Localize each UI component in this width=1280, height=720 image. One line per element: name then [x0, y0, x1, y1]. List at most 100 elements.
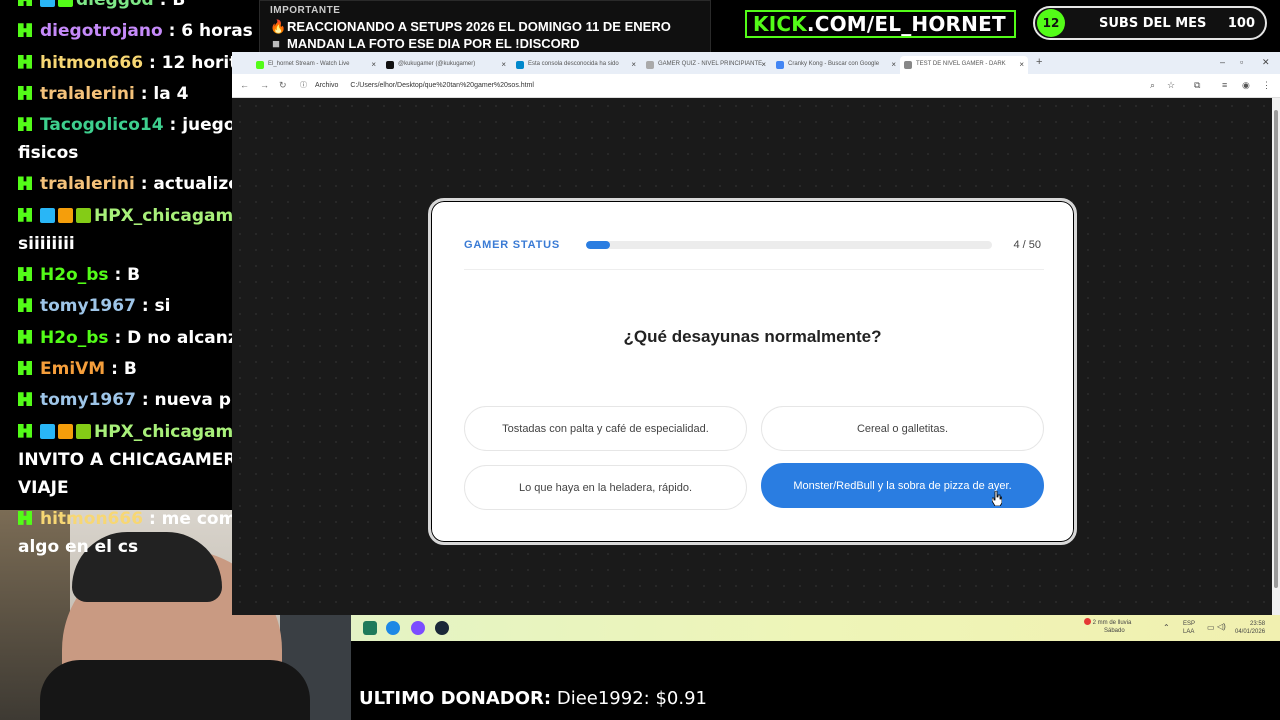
- taskbar-edge-icon[interactable]: [386, 621, 400, 635]
- user-badge-icon: [76, 207, 91, 223]
- maximize-button[interactable]: ▫: [1240, 57, 1243, 67]
- language-indicator[interactable]: ESP LAA: [1183, 620, 1195, 636]
- chat-username[interactable]: dieggod: [76, 0, 154, 10]
- taskbar-app-icon[interactable]: [363, 621, 377, 635]
- taskbar: 2 mm de lluvia Sábado ⌃ ESP LAA ▭ ◁) 23:58…: [351, 615, 1280, 641]
- tab-close-icon[interactable]: ×: [1019, 60, 1024, 69]
- tray-chevron-icon[interactable]: ⌃: [1163, 623, 1177, 637]
- forward-icon[interactable]: →: [260, 80, 269, 90]
- chat-username[interactable]: H2o_bs: [40, 328, 109, 348]
- hand-cursor-icon: [992, 491, 1002, 506]
- divider: [464, 269, 1044, 270]
- browser-tab[interactable]: @kukugamer (@kukugamer) ×: [382, 56, 510, 74]
- chat-text: : 6 horas: [168, 21, 253, 42]
- answer-option-1[interactable]: Tostadas con palta y café de especialida…: [464, 406, 747, 451]
- chat-username[interactable]: H2o_bs: [40, 265, 109, 285]
- subs-goal-widget: 12 SUBS DEL MES 100: [1033, 6, 1267, 40]
- profile-icon[interactable]: ◉: [1242, 80, 1250, 91]
- kick-badge-icon: [18, 85, 32, 100]
- chat-username[interactable]: Tacogolico14: [40, 115, 164, 135]
- tab-close-icon[interactable]: ×: [761, 60, 766, 69]
- clock[interactable]: 23:58 04/01/2026: [1235, 620, 1265, 636]
- subs-count: 12: [1037, 9, 1065, 37]
- new-tab-button[interactable]: +: [1036, 56, 1042, 68]
- kick-badge-icon: [18, 329, 32, 344]
- banner-line-2: ■ MANDAN LA FOTO ESE DIA POR EL !DISCORD: [270, 37, 700, 51]
- close-window-button[interactable]: ✕: [1262, 57, 1270, 68]
- kick-badge-icon: [18, 360, 32, 375]
- answer-option-2[interactable]: Cereal o galletitas.: [761, 406, 1044, 451]
- user-badge-icon: [40, 423, 55, 439]
- chat-text: : si: [141, 296, 171, 317]
- tab-label: Cranky Kong - Buscar con Google: [788, 61, 880, 67]
- browser-tab[interactable]: GAMER QUIZ - NIVEL PRINCIPIANTE ×: [642, 56, 770, 74]
- user-badge-icon: [58, 0, 73, 7]
- chat-username[interactable]: tomy1967: [40, 296, 136, 316]
- answer-option-3[interactable]: Lo que haya en la heladera, rápido.: [464, 465, 747, 510]
- tab-label: Esta consola desconocida ha sido: [528, 61, 619, 67]
- progress-bar: [586, 241, 992, 249]
- browser-tab[interactable]: Cranky Kong - Buscar con Google ×: [772, 56, 900, 74]
- network-icon[interactable]: ▭: [1207, 623, 1215, 632]
- chat-username[interactable]: EmiVM: [40, 359, 105, 379]
- tab-label: @kukugamer (@kukugamer): [398, 61, 476, 67]
- chat-text: : B: [114, 265, 141, 286]
- chat-text: : B: [159, 0, 186, 10]
- taskbar-messenger-icon[interactable]: [411, 621, 425, 635]
- gamer-status-label: GAMER STATUS: [464, 239, 560, 251]
- volume-icon[interactable]: ◁): [1217, 622, 1226, 631]
- scrollbar-thumb[interactable]: [1274, 110, 1278, 588]
- chat-username[interactable]: tralalerini: [40, 84, 135, 104]
- minimize-button[interactable]: –: [1220, 57, 1225, 67]
- user-badge-icon: [40, 207, 55, 223]
- last-donor: ULTIMO DONADOR: Diee1992: $0.91: [359, 688, 707, 709]
- address-bar: ← → ↻ ⓘ Archivo C:/Users/elhor/Desktop/que…: [232, 74, 1280, 98]
- weather-widget[interactable]: 2 mm de lluvia Sábado: [1084, 618, 1131, 635]
- user-badge-icon: [58, 207, 73, 223]
- tab-close-icon[interactable]: ×: [891, 60, 896, 69]
- menu-icon[interactable]: ⋮: [1262, 80, 1271, 91]
- tab-close-icon[interactable]: ×: [501, 60, 506, 69]
- user-badge-icon: [76, 423, 91, 439]
- chat-text: : D no alcanza: [114, 327, 250, 348]
- bookmark-star-icon[interactable]: ☆: [1167, 80, 1175, 91]
- kick-badge-icon: [18, 54, 32, 69]
- tab-bar: El_hornet Stream - Watch Live × @kukugamer…: [232, 52, 1280, 74]
- tab-favicon-icon: [904, 61, 912, 69]
- chat-username[interactable]: tralalerini: [40, 174, 135, 194]
- user-badge-icon: [58, 423, 73, 439]
- info-icon: ⓘ: [300, 82, 307, 89]
- chat-text: : la 4: [140, 83, 189, 104]
- reload-icon[interactable]: ↻: [279, 80, 287, 91]
- stream-screen: dieggod : B diegotrojano : 6 horas hitmon6…: [0, 0, 1280, 720]
- tab-close-icon[interactable]: ×: [371, 60, 376, 69]
- kick-badge-icon: [18, 510, 32, 525]
- url-field[interactable]: ⓘ Archivo C:/Users/elhor/Desktop/que%20tan…: [300, 78, 534, 93]
- kick-badge-icon: [18, 23, 32, 38]
- browser-tab[interactable]: El_hornet Stream - Watch Live ×: [252, 56, 380, 74]
- tab-favicon-icon: [516, 61, 524, 69]
- extensions-icon[interactable]: ⧉: [1194, 80, 1200, 91]
- progress-fill: [586, 241, 611, 249]
- chat-username[interactable]: hitmon666: [40, 53, 143, 73]
- kick-badge-icon: [18, 117, 32, 132]
- zoom-icon[interactable]: ⌕: [1150, 80, 1155, 91]
- chat-username[interactable]: tomy1967: [40, 390, 136, 410]
- chat-username[interactable]: HPX_chicagamer: [94, 422, 253, 442]
- banner-label: IMPORTANTE: [270, 5, 341, 16]
- taskbar-steam-icon[interactable]: [435, 621, 449, 635]
- kick-badge-icon: [18, 176, 32, 191]
- scrollbar[interactable]: [1272, 98, 1280, 615]
- chat-username[interactable]: HPX_chicagamer: [94, 206, 253, 226]
- quiz-card: GAMER STATUS 4 / 50 ¿Qué desayunas norma…: [428, 198, 1077, 545]
- browser-tab[interactable]: TEST DE NIVEL GAMER - DARK ×: [900, 56, 1028, 74]
- browser-tab[interactable]: Esta consola desconocida ha sido ×: [512, 56, 640, 74]
- back-icon[interactable]: ←: [240, 80, 249, 90]
- tab-label: El_hornet Stream - Watch Live: [268, 61, 350, 67]
- kick-badge-icon: [18, 298, 32, 313]
- tab-close-icon[interactable]: ×: [631, 60, 636, 69]
- chat-username[interactable]: diegotrojano: [40, 21, 163, 41]
- downloads-icon[interactable]: ≡: [1222, 80, 1227, 90]
- chat-username[interactable]: hitmon666: [40, 509, 143, 529]
- kick-badge-icon: [18, 207, 32, 222]
